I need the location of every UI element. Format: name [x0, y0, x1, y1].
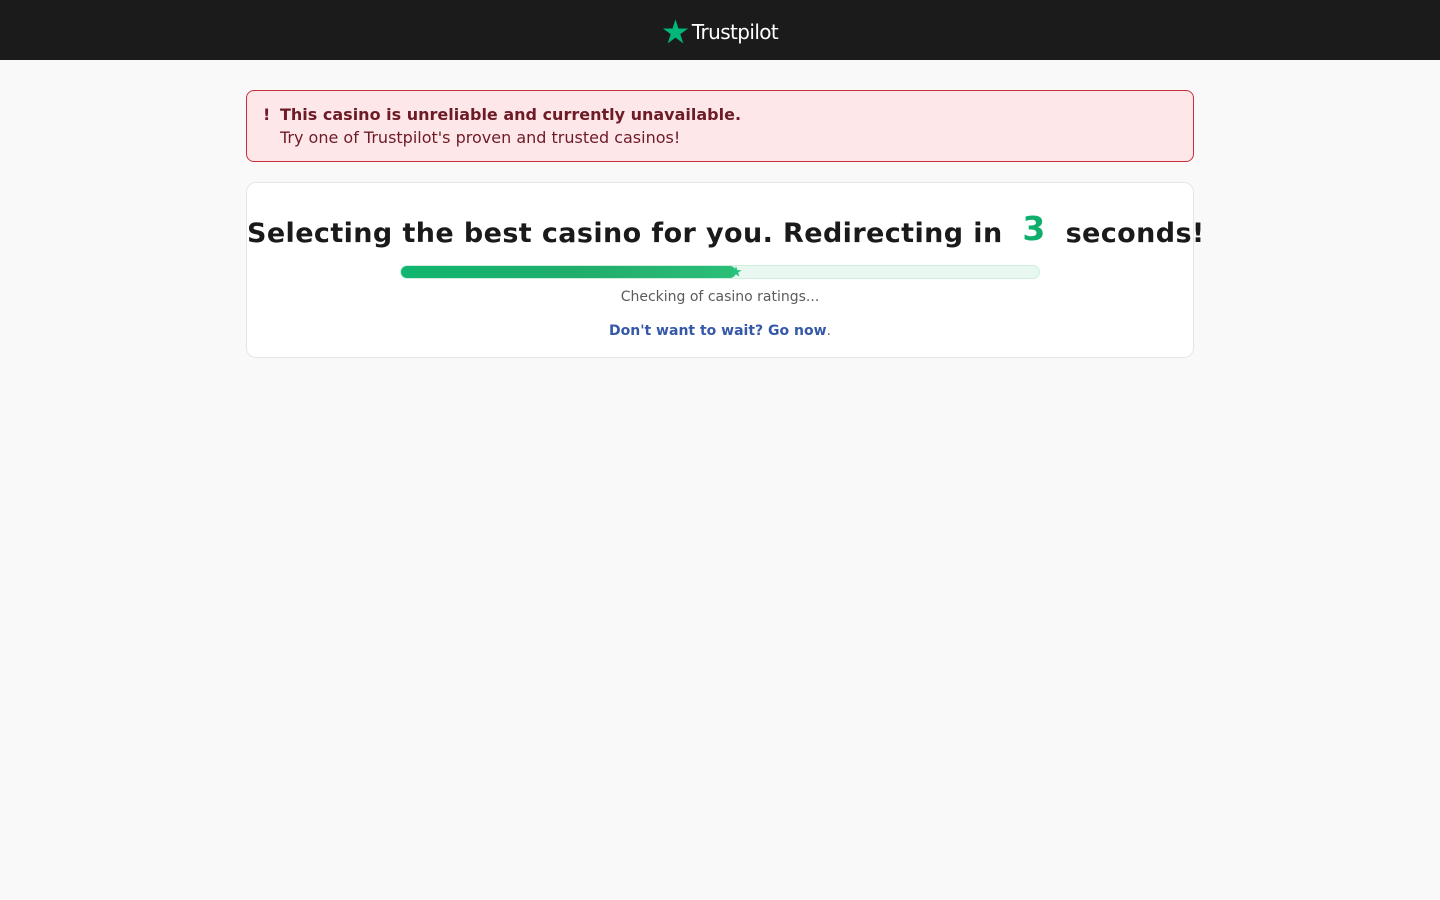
headline-lead: Selecting the best casino for you. Redir…: [247, 218, 1003, 249]
countdown-number: 3: [1022, 209, 1046, 248]
go-now-link[interactable]: Don't want to wait? Go now: [609, 323, 827, 339]
go-now-line: Don't want to wait? Go now.: [247, 323, 1193, 339]
go-now-suffix: .: [826, 323, 831, 339]
redirect-headline: Selecting the best casino for you. Redir…: [247, 209, 1204, 250]
top-bar: Trustpilot: [0, 0, 1440, 60]
progress-fill: [401, 266, 736, 278]
alert-message: Try one of Trustpilot's proven and trust…: [280, 128, 681, 147]
alert-title: This casino is unreliable and currently …: [280, 105, 742, 124]
star-icon: [662, 18, 689, 45]
alert-icon: !: [263, 105, 271, 124]
progress-star-icon: [730, 263, 742, 282]
unavailable-alert: ! This casino is unreliable and currentl…: [246, 90, 1194, 162]
brand-name: Trustpilot: [691, 20, 779, 44]
trustpilot-logo[interactable]: Trustpilot: [662, 18, 779, 45]
alert-body: This casino is unreliable and currently …: [280, 105, 741, 147]
progress-bar: [400, 265, 1040, 279]
status-text: Checking of casino ratings...: [620, 289, 820, 305]
headline-tail: seconds!: [1065, 218, 1205, 249]
redirect-card: Selecting the best casino for you. Redir…: [246, 182, 1204, 358]
